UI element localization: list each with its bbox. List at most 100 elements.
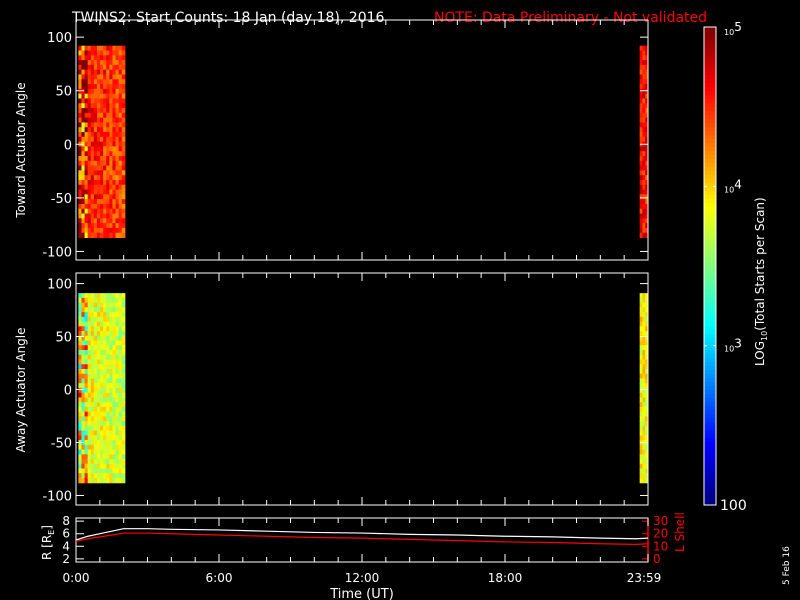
heatmap-cell [81, 69, 86, 75]
heatmap-cell [84, 184, 89, 191]
heatmap-cell [106, 364, 110, 370]
heatmap-cell [109, 368, 113, 375]
heatmap-cell [87, 112, 92, 119]
heatmap-cell [81, 359, 86, 365]
heatmap-cell [84, 326, 89, 332]
heatmap-cell [87, 98, 92, 104]
heatmap-cell [87, 213, 92, 219]
colorbar-swatch [704, 206, 716, 211]
heatmap-cell [112, 170, 117, 176]
heatmap-cell [112, 179, 117, 186]
heatmap-cell [96, 359, 101, 365]
x-tick-label: 12:00 [345, 571, 380, 585]
heatmap-cell [115, 354, 120, 360]
colorbar-swatch [704, 202, 716, 207]
heatmap-cell [103, 132, 107, 138]
heatmap-cell [78, 170, 82, 176]
heatmap-cell [87, 194, 92, 200]
colorbar-swatch [704, 34, 716, 40]
heatmap-cell [103, 194, 107, 200]
heatmap-cell [84, 50, 89, 56]
heatmap-cell [87, 297, 92, 304]
heatmap-cell [118, 69, 123, 75]
heatmap-cell [103, 478, 107, 484]
heatmap-cell [78, 103, 82, 109]
heatmap-cell [81, 136, 86, 143]
heatmap-cell [118, 199, 123, 205]
heatmap-cell [93, 468, 98, 474]
colorbar-swatch [704, 369, 716, 375]
heatmap-cell [96, 335, 101, 342]
heatmap-cell [78, 69, 82, 75]
heatmap-cell [121, 84, 126, 90]
heatmap-cell [81, 402, 86, 408]
heatmap-cell [78, 473, 82, 479]
heatmap-cell [106, 316, 110, 323]
heatmap-cell [78, 406, 82, 413]
heatmap-cell [100, 449, 104, 455]
colorbar-swatch [704, 381, 716, 386]
heatmap-cell [103, 468, 107, 474]
away-ylabel: Away Actuator Angle [14, 327, 28, 452]
heatmap-cell [112, 84, 117, 90]
x-tick-label: 0:00 [63, 571, 90, 585]
heatmap-cell [109, 112, 113, 119]
heatmap-cell [118, 383, 123, 389]
heatmap-cell [100, 335, 104, 342]
heatmap-cell [78, 463, 82, 470]
heatmap-cell [81, 297, 86, 304]
heatmap-cell [81, 387, 86, 394]
heatmap-cell [115, 373, 120, 379]
heatmap-cell [112, 402, 117, 408]
heatmap-cell [84, 406, 89, 413]
heatmap-cell [93, 359, 98, 365]
heatmap-cell [96, 345, 101, 351]
heatmap-cell [106, 170, 110, 176]
heatmap-cell [90, 392, 95, 398]
heatmap-cell [78, 132, 82, 138]
heatmap-cell [100, 50, 104, 56]
heatmap-cell [109, 194, 113, 200]
heatmap-cell [90, 203, 95, 210]
heatmap-cell [118, 297, 123, 304]
heatmap-cell [93, 345, 98, 351]
heatmap-cell [96, 368, 101, 375]
heatmap-cell [90, 184, 95, 191]
heatmap-cell [93, 421, 98, 427]
colorbar-swatch [704, 250, 716, 255]
heatmap-cell [78, 444, 82, 451]
plot-title: TWINS2: Start Counts: 18 Jan (day 18), 2… [71, 10, 385, 26]
heatmap-cell [90, 112, 95, 119]
heatmap-cell [109, 141, 113, 147]
heatmap-cell [84, 316, 89, 323]
heatmap-cell [87, 326, 92, 332]
heatmap-cell [106, 189, 110, 195]
heatmap-cell [96, 227, 101, 234]
heatmap-cell [109, 402, 113, 408]
heatmap-cell [118, 444, 123, 451]
heatmap-cell [118, 307, 123, 313]
heatmap-cell [87, 302, 92, 308]
heatmap-cell [100, 151, 104, 157]
heatmap-cell [103, 146, 107, 152]
heatmap-cell [78, 45, 82, 52]
heatmap-cell [103, 232, 107, 238]
heatmap-cell [90, 127, 95, 133]
heatmap-cell [115, 151, 120, 157]
heatmap-cell [118, 127, 123, 133]
heatmap-cell [103, 425, 107, 432]
heatmap-cell [112, 316, 117, 323]
heatmap-cell [87, 435, 92, 441]
heatmap-cell [87, 203, 92, 210]
heatmap-cell [93, 227, 98, 234]
heatmap-cell [93, 170, 98, 176]
heatmap-cell [90, 141, 95, 147]
heatmap-cell [81, 93, 86, 99]
heatmap-cell [90, 373, 95, 379]
colorbar-swatch [704, 425, 716, 430]
heatmap-cell [81, 55, 86, 61]
heatmap-cell [90, 425, 95, 432]
heatmap-cell [90, 136, 95, 143]
heatmap-cell [121, 155, 126, 162]
heatmap-cell [84, 440, 89, 446]
